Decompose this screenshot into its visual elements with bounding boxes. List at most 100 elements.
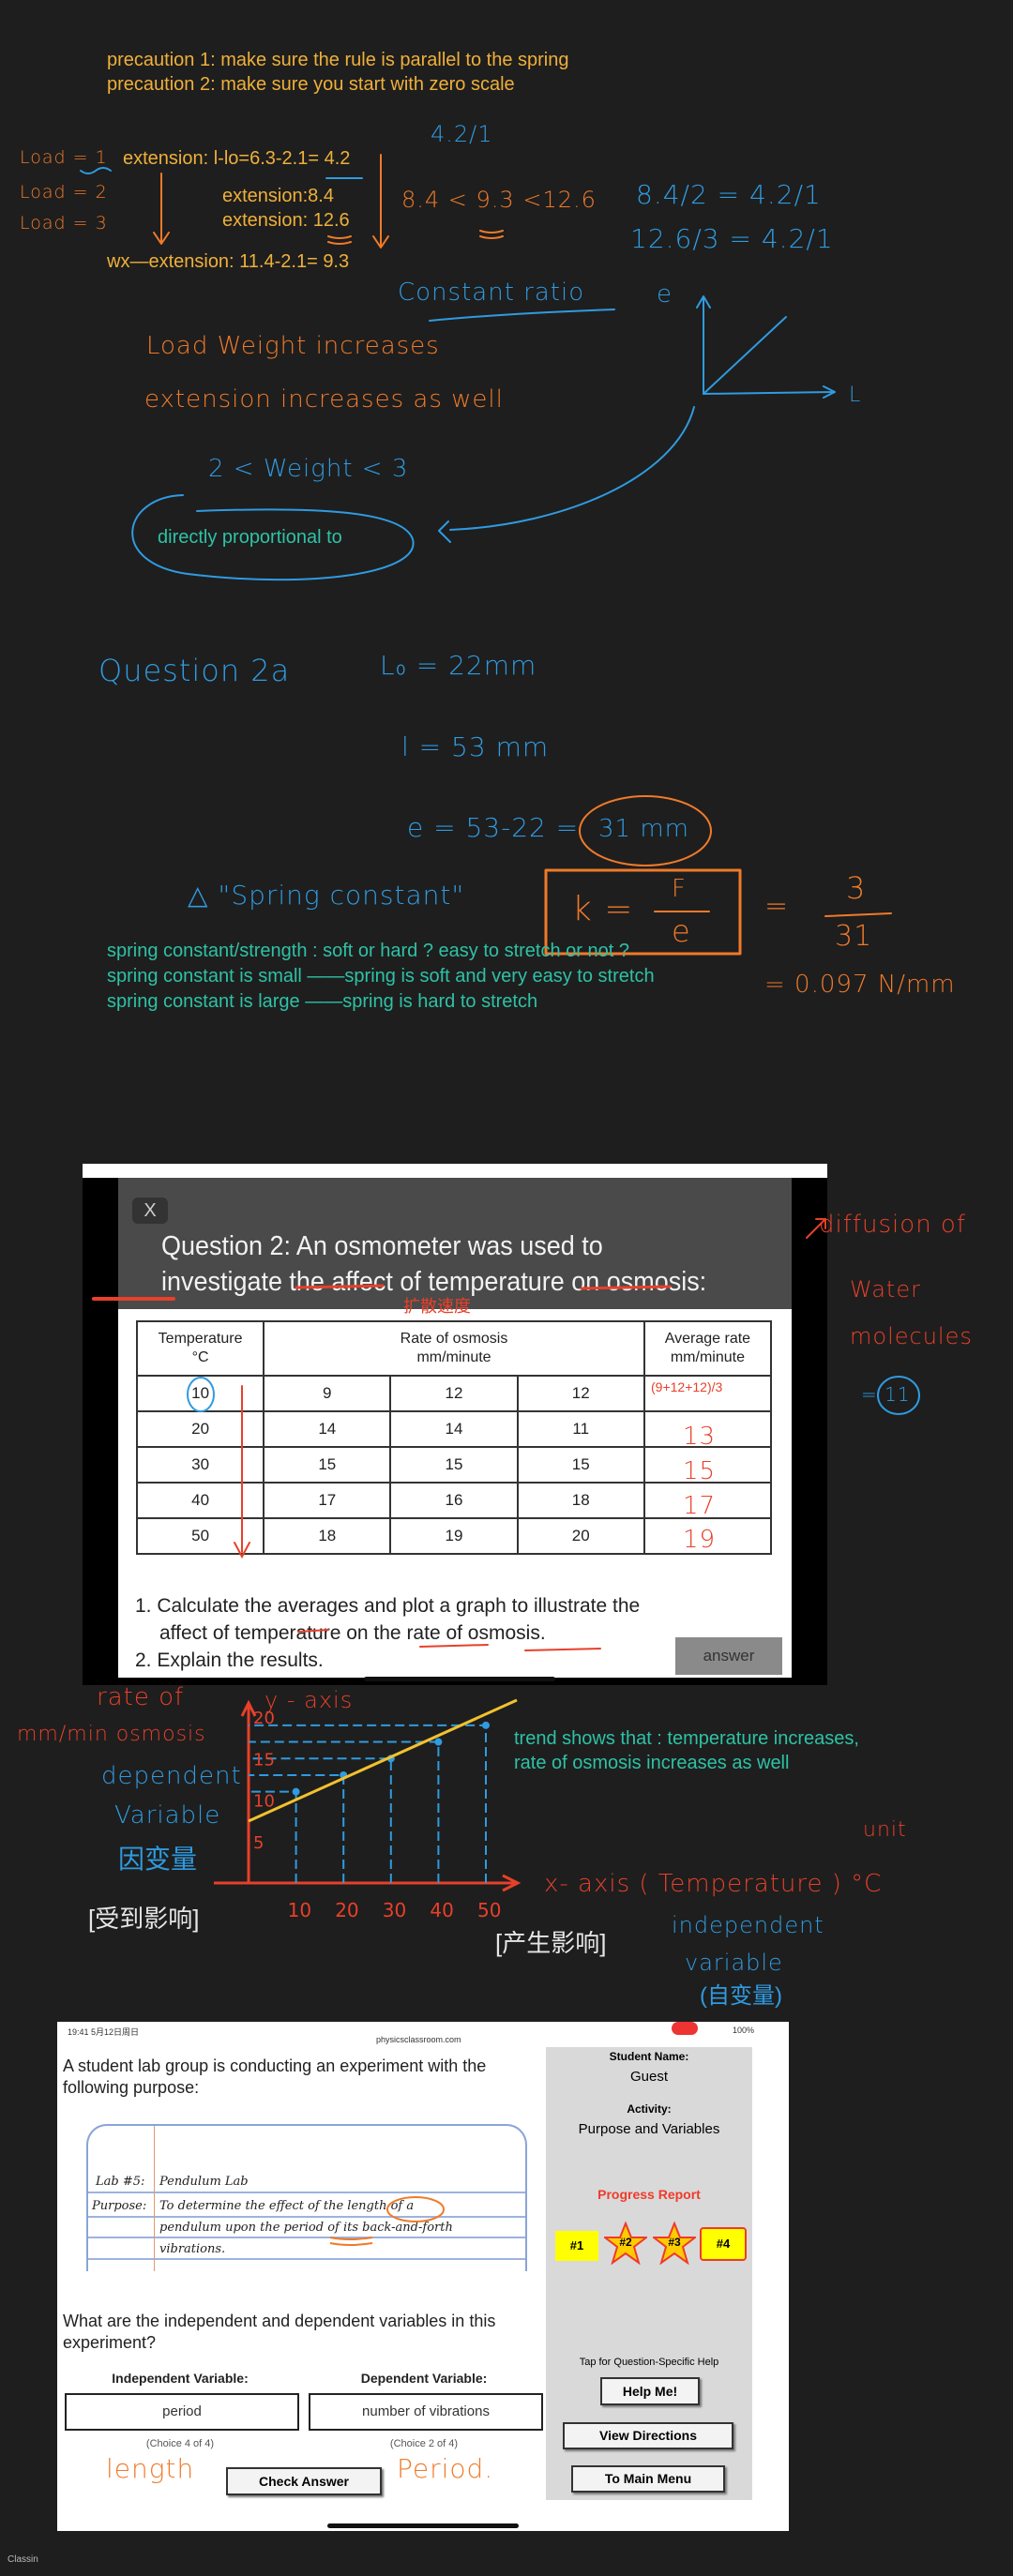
view-directions-button[interactable]: View Directions	[563, 2422, 733, 2449]
student-name: Guest	[629, 2069, 669, 2085]
data-point	[434, 1738, 443, 1746]
table-row: 40 17 16 18	[135, 1482, 773, 1519]
cell-rate: 18	[516, 1482, 645, 1519]
url-bar[interactable]: physicsclassroom.com	[376, 2035, 461, 2044]
note-avg-first: = 11	[861, 1383, 911, 1406]
guide-line	[249, 1773, 345, 1883]
precaution-2: precaution 2: make sure you start with z…	[107, 74, 515, 95]
y-tick-label: 5	[253, 1833, 264, 1853]
help-me-button[interactable]: Help Me!	[600, 2377, 700, 2405]
activity-name: Purpose and Variables	[578, 2121, 720, 2137]
check-answer-button[interactable]: Check Answer	[226, 2467, 382, 2495]
cell-rate: 16	[389, 1482, 519, 1519]
header-rate: Rate of osmosis mm/minute	[263, 1320, 645, 1377]
question-2a: Question 2a	[98, 653, 291, 688]
axis-l-label: L	[849, 384, 862, 407]
battery-level: 100%	[733, 2026, 755, 2035]
table-row: 20 14 14 11	[135, 1410, 773, 1448]
badge-3-star[interactable]: #3	[651, 2221, 698, 2266]
cell-rate: 14	[389, 1410, 519, 1448]
note-water: Water	[850, 1276, 921, 1303]
directly-proportional: directly proportional to	[158, 527, 342, 548]
down-arrow-right	[372, 154, 389, 249]
close-button[interactable]: X	[132, 1198, 168, 1224]
dependent-choice: (Choice 2 of 4)	[389, 2438, 459, 2449]
load-2: Load = 2	[20, 182, 108, 203]
cell-rate: 14	[263, 1410, 392, 1448]
trend-line-1: trend shows that : temperature increases…	[514, 1728, 859, 1749]
extension-2: extension:8.4	[222, 186, 334, 206]
physics-classroom-screenshot: 19:41 5月12日周日 physicsclassroom.com 100% …	[57, 2022, 789, 2531]
e-result: 31 mm	[598, 815, 690, 843]
purpose-line-3: vibrations.	[159, 2242, 226, 2256]
graph-unit: unit	[863, 1818, 907, 1842]
badge-2-star[interactable]: #2	[602, 2221, 649, 2266]
l-value: l = 53 mm	[401, 731, 550, 762]
graph-osmosis-label: mm/min osmosis	[17, 1723, 206, 1746]
graph-affecting-cn: [产生影响]	[495, 1929, 607, 1957]
note-avg-50: 19	[683, 1526, 717, 1554]
cell-rate: 9	[263, 1375, 392, 1412]
note-avg-40: 17	[683, 1492, 717, 1520]
graph-dependent: dependent	[101, 1762, 242, 1790]
ratio-1: 8.4/2 = 4.2/1	[636, 179, 822, 210]
answer-button[interactable]: answer	[675, 1637, 782, 1675]
sidebar: Student Name: Guest Activity: Purpose an…	[546, 2047, 752, 2500]
item-1b: affect of temperature on the rate of osm…	[159, 1622, 546, 1644]
x-tick-label: 20	[335, 1899, 358, 1921]
table-row: 50 18 19 20	[135, 1517, 773, 1555]
cell-rate: 18	[263, 1517, 392, 1555]
badge-4[interactable]: #4	[700, 2227, 747, 2261]
note-molecules: molecules	[850, 1323, 973, 1349]
cell-rate: 17	[263, 1482, 392, 1519]
activity-label: Activity:	[627, 2102, 672, 2116]
cell-temperature: 20	[135, 1410, 265, 1448]
proportional-line	[703, 316, 787, 395]
extension-increases: extension increases as well	[144, 385, 504, 414]
progress-report-label: Progress Report	[597, 2187, 701, 2202]
l-axis	[703, 385, 836, 399]
badge-3-label: #3	[668, 2236, 681, 2249]
main-menu-button[interactable]: To Main Menu	[571, 2465, 725, 2493]
e-axis	[696, 295, 711, 395]
precaution-1: precaution 1: make sure the rule is para…	[107, 50, 569, 70]
lab-name: Pendulum Lab	[159, 2175, 249, 2189]
cell-rate: 15	[263, 1446, 392, 1484]
help-hint: Tap for Question-Specific Help	[579, 2357, 719, 2368]
formula-f: F	[672, 875, 687, 903]
student-name-label: Student Name:	[609, 2050, 689, 2063]
graph-dependent-cn: 因变量	[118, 1845, 198, 1874]
x-tick-label: 40	[430, 1899, 453, 1921]
dependent-label: Dependent Variable:	[360, 2371, 488, 2386]
cell-temperature: 10	[135, 1375, 265, 1412]
header-average: Average rate mm/minute	[643, 1320, 773, 1377]
x-axis	[214, 1874, 522, 1892]
cell-rate: 19	[389, 1517, 519, 1555]
independent-variable-select[interactable]: period	[65, 2393, 299, 2431]
question-title-line-1: Question 2: An osmometer was used to	[161, 1231, 603, 1261]
cell-rate: 20	[516, 1517, 645, 1555]
record-indicator	[672, 2022, 698, 2035]
note-diffusion-of: diffusion of	[819, 1211, 966, 1239]
osmosis-table: Temperature °C Rate of osmosis mm/minute…	[135, 1320, 773, 1555]
table-row: 30 15 15 15	[135, 1446, 773, 1484]
cell-rate: 11	[516, 1410, 645, 1448]
question-title-line-2: investigate the affect of temperature on…	[161, 1267, 707, 1297]
graph-independent: independent	[672, 1912, 824, 1938]
trend-line-2: rate of osmosis increases as well	[514, 1753, 790, 1773]
k-numerator: 3	[846, 870, 867, 906]
spring-line-3: spring constant is large ——spring is har…	[107, 991, 538, 1012]
dependent-variable-select[interactable]: number of vibrations	[309, 2393, 543, 2431]
whiteboard-page: precaution 1: make sure the rule is para…	[0, 0, 1013, 2576]
graph-x-axis-label: x- axis ( Temperature ) °C	[544, 1870, 883, 1898]
cell-temperature: 50	[135, 1517, 265, 1555]
k-denominator: 31	[835, 920, 873, 953]
trend-line	[248, 1698, 518, 1823]
question-header: X Question 2: An osmometer was used to i…	[118, 1178, 792, 1309]
badge-1[interactable]: #1	[555, 2231, 598, 2261]
question-line-1: What are the independent and dependent v…	[63, 2312, 496, 2330]
graph-rate-of: rate of	[97, 1683, 185, 1711]
graph-independent-cn: (自变量)	[700, 1983, 782, 2009]
hw-period: Period.	[397, 2453, 494, 2484]
data-point	[386, 1755, 395, 1763]
